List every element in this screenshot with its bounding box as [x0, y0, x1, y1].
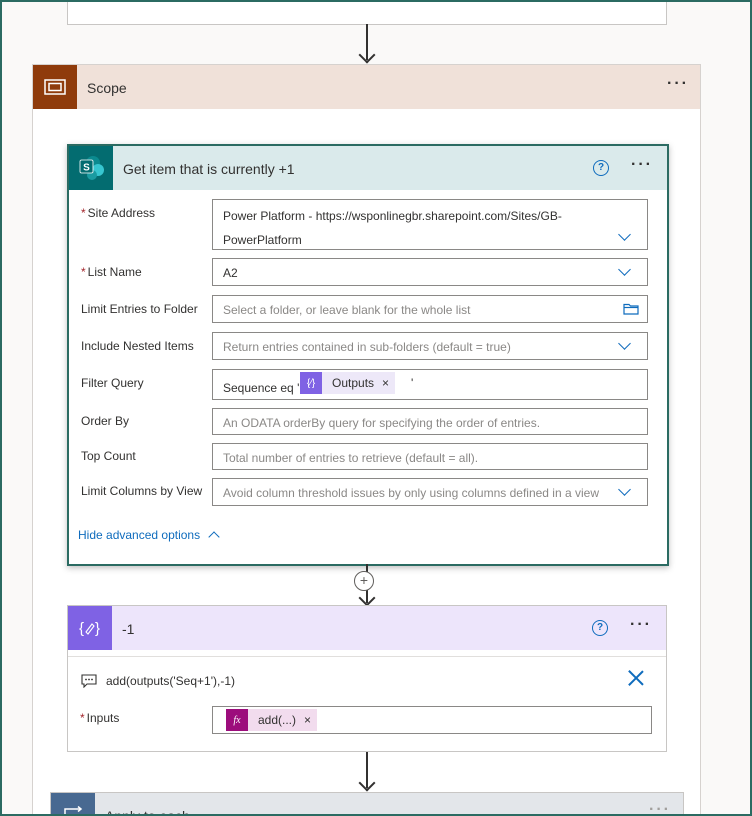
- scope-icon: [33, 65, 77, 109]
- limit-entries-label: Limit Entries to Folder: [81, 302, 198, 316]
- inputs-label: * Inputs: [80, 711, 120, 725]
- top-count-placeholder: Total number of entries to retrieve (def…: [223, 451, 479, 465]
- apply-to-each-title: Apply to each: [105, 808, 190, 816]
- hide-advanced-options-link[interactable]: Hide advanced options: [78, 528, 220, 543]
- flow-canvas: Scope ··· S Get item that is currently +…: [0, 0, 752, 816]
- filter-query-suffix: ': [411, 376, 414, 390]
- chevron-down-icon[interactable]: [618, 483, 631, 496]
- list-name-value: A2: [223, 266, 238, 280]
- include-nested-dropdown[interactable]: Return entries contained in sub-folders …: [212, 332, 648, 360]
- compose-more-icon[interactable]: ···: [630, 616, 652, 634]
- list-name-label: * List Name: [81, 265, 142, 279]
- get-item-more-icon[interactable]: ···: [631, 156, 653, 174]
- site-address-value-line1: Power Platform - https://wsponlinegbr.sh…: [223, 209, 562, 223]
- compose-title: -1: [122, 621, 135, 637]
- limit-columns-placeholder: Avoid column threshold issues by only us…: [223, 486, 599, 500]
- help-icon[interactable]: ?: [593, 160, 609, 176]
- sharepoint-icon: S: [69, 146, 113, 190]
- outputs-token-label: Outputs: [332, 376, 375, 390]
- compose-token-icon: {⁄}: [300, 372, 322, 394]
- help-icon[interactable]: ?: [592, 620, 608, 636]
- compose-icon: {}: [68, 606, 112, 650]
- chevron-up-icon: [208, 531, 220, 543]
- svg-text:S: S: [83, 163, 90, 174]
- remove-token-icon[interactable]: ×: [304, 713, 317, 727]
- folder-icon[interactable]: [623, 303, 639, 318]
- limit-columns-label: Limit Columns by View: [81, 484, 203, 498]
- site-address-label: * Site Address: [81, 206, 156, 220]
- list-name-dropdown[interactable]: A2: [212, 258, 648, 286]
- apply-to-each-more-icon[interactable]: ···: [649, 801, 671, 814]
- close-comment-icon[interactable]: [628, 670, 644, 686]
- get-item-header[interactable]: S Get item that is currently +1 ? ···: [69, 146, 667, 190]
- add-expression-token[interactable]: fx add(...) ×: [226, 709, 318, 731]
- svg-text:}: }: [95, 620, 100, 637]
- top-count-label: Top Count: [81, 449, 136, 463]
- chevron-down-icon[interactable]: [618, 228, 631, 241]
- limit-entries-placeholder: Select a folder, or leave blank for the …: [223, 303, 471, 317]
- add-token-label: add(...): [258, 713, 297, 727]
- compose-header[interactable]: {} -1 ? ···: [68, 606, 666, 650]
- svg-text:{: {: [79, 620, 84, 637]
- site-address-dropdown[interactable]: Power Platform - https://wsponlinegbr.sh…: [212, 199, 648, 250]
- limit-columns-dropdown[interactable]: Avoid column threshold issues by only us…: [212, 478, 648, 506]
- include-nested-label: Include Nested Items: [81, 339, 194, 353]
- apply-to-each-card[interactable]: Apply to each ···: [50, 792, 684, 816]
- comment-icon: [81, 674, 97, 691]
- filter-query-input[interactable]: Sequence eq ' {⁄} Outputs × ': [212, 369, 648, 400]
- order-by-input[interactable]: An ODATA orderBy query for specifying th…: [212, 408, 648, 435]
- scope-more-icon[interactable]: ···: [667, 75, 689, 93]
- filter-query-label: Filter Query: [81, 376, 144, 390]
- get-item-title: Get item that is currently +1: [123, 161, 295, 177]
- scope-title: Scope: [87, 80, 127, 96]
- limit-entries-input[interactable]: Select a folder, or leave blank for the …: [212, 295, 648, 323]
- scope-header[interactable]: Scope ···: [33, 65, 700, 109]
- get-item-action-card: S Get item that is currently +1 ? ··· * S…: [67, 144, 669, 566]
- top-count-input[interactable]: Total number of entries to retrieve (def…: [212, 443, 648, 470]
- previous-action-card[interactable]: [67, 2, 667, 25]
- chevron-down-icon[interactable]: [618, 337, 631, 350]
- filter-query-prefix: Sequence eq ': [223, 381, 300, 395]
- apply-to-each-icon: [51, 793, 95, 814]
- insert-step-plus-icon[interactable]: +: [354, 571, 374, 591]
- order-by-placeholder: An ODATA orderBy query for specifying th…: [223, 416, 541, 430]
- inputs-field[interactable]: fx add(...) ×: [212, 706, 652, 734]
- include-nested-placeholder: Return entries contained in sub-folders …: [223, 340, 511, 354]
- site-address-value-line2: PowerPlatform: [223, 233, 302, 247]
- expression-fx-icon: fx: [226, 709, 248, 731]
- connector-arrow-icon: [358, 46, 376, 64]
- compose-action-card: {} -1 ? ··· add(outputs('Seq+1'),-1) * In…: [67, 605, 667, 752]
- outputs-token[interactable]: {⁄} Outputs ×: [300, 372, 396, 394]
- order-by-label: Order By: [81, 414, 130, 428]
- chevron-down-icon[interactable]: [618, 263, 631, 276]
- remove-token-icon[interactable]: ×: [382, 376, 395, 390]
- compose-comment-text: add(outputs('Seq+1'),-1): [106, 674, 235, 688]
- divider: [68, 656, 666, 657]
